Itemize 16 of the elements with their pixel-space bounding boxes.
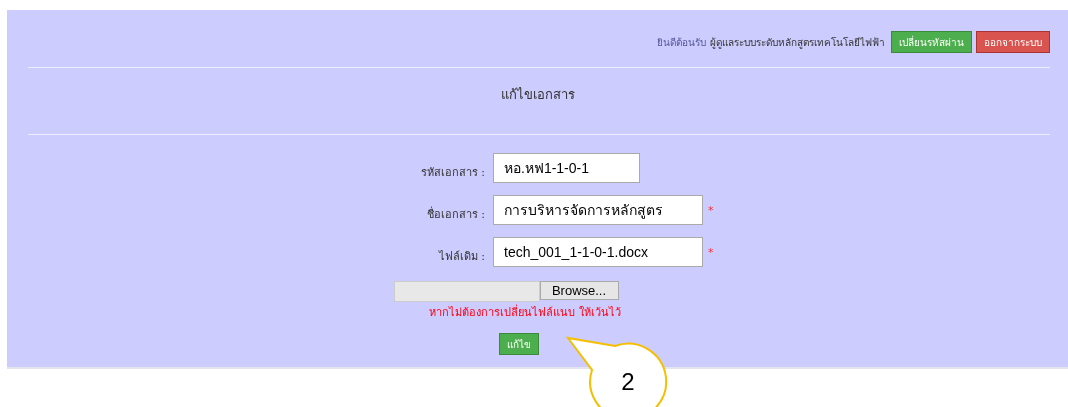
user-name: ผู้ดูแลระบบระดับหลักสูตรเทคโนโลยีไฟฟ้า — [710, 35, 885, 50]
callout-number: 2 — [621, 368, 635, 395]
field-label: ชื่อเอกสาร : — [425, 205, 485, 223]
browse-button[interactable]: Browse... — [539, 281, 619, 300]
field-label: รหัสเอกสาร : — [419, 165, 485, 181]
text-input[interactable]: การบริหารจัดการหลักสูตร — [493, 195, 703, 225]
required-mark: * — [708, 203, 714, 217]
text-input[interactable]: หอ.หฟ1-1-0-1 — [493, 153, 640, 183]
logout-button[interactable]: ออกจากระบบ — [976, 31, 1050, 53]
text-input[interactable]: tech_001_1-1-0-1.docx — [493, 237, 703, 267]
page-title: แก้ไขเอกสาร — [499, 86, 576, 104]
file-input[interactable] — [393, 281, 540, 302]
welcome-text: ยินดีต้อนรับ — [657, 35, 706, 50]
field-label: ไฟล์เดิม : — [437, 249, 485, 265]
required-mark: * — [708, 245, 714, 259]
hint-text: หากไม่ต้องการเปลี่ยนไฟล์แนบ ให้เว้นไว้ — [428, 303, 622, 321]
